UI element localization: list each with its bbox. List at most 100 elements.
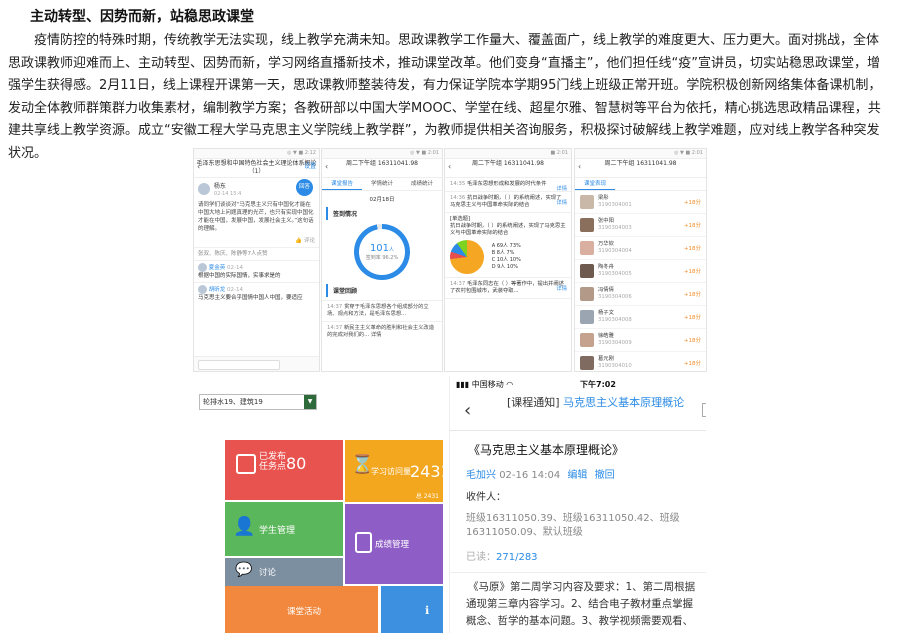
students-label: 学生管理 <box>259 526 296 536</box>
grades-tile[interactable]: 成绩管理 <box>345 504 443 584</box>
student-photo <box>580 241 594 255</box>
course-title: 毛泽东思想和中国特色社会主义理论体系概论（1） <box>196 160 317 175</box>
review-time: 14:37 <box>327 304 343 310</box>
nav-bar: ‹ 周二下午组 16311041.98 <box>322 159 442 178</box>
class-activity-tile[interactable]: 课堂活动 <box>225 586 378 633</box>
class-report-phone-screen: ◎ ▼ ■ 2:01 ‹ 周二下午组 16311041.98 课堂报告 学情统计… <box>321 148 443 372</box>
calendar-icon <box>236 454 256 474</box>
signin-rate-label: 签到率 <box>365 255 381 261</box>
student-name: 梁彤 <box>598 195 609 201</box>
nav-bar: ‹ 周二下午组 16311041.98 <box>445 159 571 178</box>
comment-item: 胡昕龙 02-14 马克思主义要合乎国情中国人中国，要适应 <box>194 282 319 304</box>
signin-count: 101 <box>369 243 390 254</box>
withdraw-link[interactable]: 撤回 <box>595 470 615 481</box>
post-actions[interactable]: 👍 评论 <box>198 236 315 244</box>
notice-meta: 毛加兴 02-16 14:04 编辑 撤回 <box>466 466 706 481</box>
chevron-down-icon[interactable]: ▼ <box>304 395 316 409</box>
comment-time: 02-14 <box>227 265 243 271</box>
student-id: 3190304005 <box>598 271 632 277</box>
back-icon[interactable]: ‹ <box>464 400 471 421</box>
student-score: +18分 <box>683 269 701 275</box>
visits-label: 学习访问量 <box>371 467 411 476</box>
student-score: +18分 <box>683 292 701 298</box>
tab-class-performance[interactable]: 课堂表现 <box>575 178 615 190</box>
recipients-label: 收件人： <box>466 492 506 503</box>
signin-ring: 101人 签到率 96.2% <box>354 224 410 280</box>
review-item[interactable]: 14:37 贯穿于毛泽东思想各个组成部分的立场、观点和方法，是毛泽东思想... <box>322 300 442 321</box>
signin-section-title: 签到情况 <box>326 207 438 220</box>
comment-input-bar <box>194 356 319 371</box>
notice-date: 02-16 14:04 <box>499 470 561 481</box>
notice-description: 《马原》第二周学习内容及要求：1、第二周根据通现第三章内容学习。2、结合电子教材… <box>466 581 696 627</box>
notice-author[interactable]: 毛加兴 <box>466 470 496 481</box>
menu-edge-icon[interactable] <box>702 403 706 417</box>
student-row[interactable]: 冯倩倩 3190304006 +18分 <box>575 283 706 306</box>
clock: 下午7:02 <box>580 380 616 389</box>
notice-content: 《马克思主义基本原理概论》 毛加兴 02-16 14:04 编辑 撤回 收件人：… <box>450 431 706 630</box>
comment-text: 马克思主义要合乎国情中国人中国，要适应 <box>198 295 303 301</box>
read-count[interactable]: 271/283 <box>496 552 538 563</box>
student-id: 3190304004 <box>598 248 632 254</box>
likes-row: 张双、陈庆、陈静等7人点赞 <box>194 247 319 260</box>
details-link[interactable]: 详情 <box>556 200 567 207</box>
question-item[interactable]: 14:35 毛泽东思想形成和发展的时代条件 详情 <box>445 178 571 192</box>
student-score: +18分 <box>683 223 701 229</box>
students-tile[interactable]: 👤 学生管理 <box>225 502 343 556</box>
settings-link[interactable]: 设置 <box>304 163 316 171</box>
student-row[interactable]: 徐皓雅 3190304009 +18分 <box>575 329 706 352</box>
student-photo <box>580 333 594 347</box>
add-user-icon: 👤 <box>233 516 256 537</box>
review-item[interactable]: 14:37 新民主主义革命的胜利和社会主义改造的完成对我们的... 详情 <box>322 321 442 342</box>
comment-input[interactable] <box>198 360 280 370</box>
status-bar: ▮▮▮ 中国移动 ◠ 下午7:02 <box>450 376 706 394</box>
back-icon[interactable]: ‹ <box>197 163 200 171</box>
edit-link[interactable]: 编辑 <box>567 470 587 481</box>
tab-class-report[interactable]: 课堂报告 <box>322 178 362 190</box>
student-id: 3190304006 <box>598 294 632 300</box>
tasks-label: 已发布 任务点 <box>259 452 287 472</box>
answer-button[interactable]: 回答 <box>296 179 313 196</box>
back-icon[interactable]: ‹ <box>578 163 581 171</box>
comment-text: 根据中国的实际国情，实事求是的 <box>198 273 281 279</box>
student-row[interactable]: 梁彤 3190304001 +18分 <box>575 191 706 214</box>
student-score: +18分 <box>683 338 701 344</box>
student-name: 张中阳 <box>598 218 614 224</box>
question-time: 14:35 <box>450 181 466 187</box>
student-row[interactable]: 张中阳 3190304003 +18分 <box>575 214 706 237</box>
student-name: 杨子文 <box>598 310 614 316</box>
back-icon[interactable]: ‹ <box>325 163 328 171</box>
question-item[interactable]: 14:36 抗日战争时期，（ ）的系统阐述，实现了马克思主义与中国革命实际的结合… <box>445 192 571 213</box>
review-section-title: 课堂回顾 <box>326 284 438 297</box>
student-row[interactable]: 万华钦 3190304004 +18分 <box>575 237 706 260</box>
phone-screens-collage: ◎ ▼ ■ 2:12 ‹ 毛泽东思想和中国特色社会主义理论体系概论（1） 设置 … <box>193 148 707 372</box>
info-tile[interactable]: ℹ <box>381 586 443 633</box>
student-photo <box>580 356 594 370</box>
poll-card: [单选题] 抗日战争时期，（ ）的系统阐述，实现了马克思主义与中国革命实际的结合… <box>445 213 571 278</box>
legend-item: D 9人 10% <box>491 264 519 270</box>
back-icon[interactable]: ‹ <box>448 163 451 171</box>
tasks-tile[interactable]: 已发布 任务点 80 <box>225 440 343 500</box>
status-bar: ◎ ▼ ■ 2:01 <box>575 149 706 159</box>
visits-total-strip: 总 2431 <box>345 488 443 502</box>
details-link[interactable]: 详情 <box>556 286 567 293</box>
student-score: +18分 <box>683 200 701 206</box>
nav-title: [课程通知] 马克思主义基本原理概论 <box>507 396 687 410</box>
class-activity-label: 课堂活动 <box>287 607 322 617</box>
visits-count: 2431 <box>410 462 451 481</box>
student-row[interactable]: 杨子文 3190304008 +18分 <box>575 306 706 329</box>
student-row[interactable]: 陶冬舟 3190304005 +18分 <box>575 260 706 283</box>
report-date[interactable]: 02月18日 <box>322 195 442 203</box>
tab-grade-stats[interactable]: 成绩统计 <box>402 178 442 190</box>
class-title: 周二下午组 16311041.98 <box>346 160 418 167</box>
class-filter-value: 轮排水19、建筑19 <box>203 398 263 406</box>
nav-bar: ‹ 周二下午组 16311041.98 <box>575 159 706 178</box>
tasks-count: 80 <box>286 454 307 473</box>
student-id: 3190304010 <box>598 363 632 369</box>
discuss-tile[interactable]: 💬 讨论 <box>225 558 343 584</box>
tab-learning-stats[interactable]: 学情统计 <box>362 178 402 190</box>
question-item[interactable]: 14:37 毛泽东同志在（ ）等著作中，提出并阐述了农村包围城市，武装夺取...… <box>445 278 571 299</box>
review-time: 14:37 <box>327 325 343 331</box>
student-row[interactable]: 葛元刚 3190304010 +18分 <box>575 352 706 371</box>
class-filter-select[interactable]: 轮排水19、建筑19 ▼ <box>199 394 317 410</box>
student-photo <box>580 310 594 324</box>
